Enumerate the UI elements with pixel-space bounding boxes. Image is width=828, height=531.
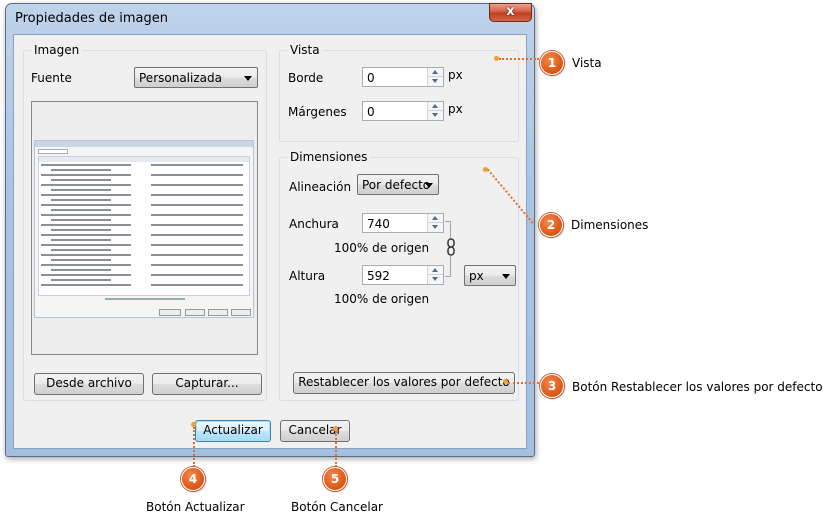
height-spinner[interactable]: 592 bbox=[362, 265, 444, 285]
image-preview bbox=[31, 101, 258, 355]
callout-4-badge: 4 bbox=[181, 467, 205, 491]
chain-link-icon[interactable] bbox=[446, 238, 456, 256]
border-unit: px bbox=[448, 68, 463, 82]
margins-spinner[interactable]: 0 bbox=[362, 101, 444, 121]
chevron-down-icon bbox=[244, 76, 252, 81]
margins-up-icon[interactable] bbox=[428, 102, 443, 111]
height-value: 592 bbox=[367, 269, 390, 283]
chevron-down-icon bbox=[502, 274, 510, 279]
alignment-label: Alineación bbox=[289, 180, 352, 194]
callout-4-line bbox=[193, 427, 195, 467]
border-label: Borde bbox=[288, 71, 324, 85]
callout-4-text: Botón Actualizar bbox=[146, 500, 245, 514]
margins-value: 0 bbox=[367, 105, 375, 119]
height-up-icon[interactable] bbox=[428, 266, 443, 275]
height-label: Altura bbox=[289, 269, 326, 283]
margins-label: Márgenes bbox=[288, 105, 347, 119]
callout-3-line bbox=[508, 382, 539, 384]
window-title: Propiedades de imagen bbox=[15, 11, 168, 26]
source-label: Fuente bbox=[31, 71, 72, 85]
border-value: 0 bbox=[367, 71, 375, 85]
width-spinner[interactable]: 740 bbox=[362, 213, 444, 233]
callout-3-text: Botón Restablecer los valores por defect… bbox=[572, 380, 823, 394]
vista-group: Vista bbox=[279, 43, 519, 142]
border-spinner[interactable]: 0 bbox=[362, 67, 444, 87]
callout-1-badge: 1 bbox=[540, 51, 564, 75]
callout-2-badge: 2 bbox=[539, 213, 563, 237]
callout-1-line bbox=[499, 58, 539, 60]
unit-select-value: px bbox=[469, 269, 484, 283]
cancel-button[interactable]: Cancelar bbox=[280, 420, 350, 442]
width-value: 740 bbox=[367, 217, 390, 231]
width-note: 100% de origen bbox=[334, 241, 430, 255]
reset-defaults-button[interactable]: Restablecer los valores por defecto bbox=[293, 372, 515, 394]
border-up-icon[interactable] bbox=[428, 68, 443, 77]
chevron-down-icon bbox=[425, 183, 433, 188]
capture-button[interactable]: Capturar... bbox=[152, 373, 262, 395]
callout-2-text: Dimensiones bbox=[571, 218, 649, 232]
source-select[interactable]: Personalizada bbox=[134, 67, 258, 88]
source-select-value: Personalizada bbox=[139, 71, 222, 85]
unit-select[interactable]: px bbox=[464, 265, 516, 286]
callout-5-badge: 5 bbox=[323, 467, 347, 491]
vista-legend: Vista bbox=[287, 43, 323, 57]
callout-5-line bbox=[335, 431, 337, 467]
width-label: Anchura bbox=[289, 217, 339, 231]
alignment-select-value: Por defecto bbox=[362, 178, 431, 192]
margins-unit: px bbox=[448, 102, 463, 116]
callout-5-text: Botón Cancelar bbox=[291, 500, 383, 514]
from-file-button[interactable]: Desde archivo bbox=[34, 373, 144, 395]
border-down-icon[interactable] bbox=[428, 77, 443, 86]
alignment-select[interactable]: Por defecto bbox=[357, 174, 439, 195]
preview-thumbnail-image bbox=[34, 140, 254, 318]
height-down-icon[interactable] bbox=[428, 275, 443, 284]
margins-down-icon[interactable] bbox=[428, 111, 443, 120]
imagen-legend: Imagen bbox=[31, 43, 83, 57]
update-button[interactable]: Actualizar bbox=[195, 420, 271, 442]
callout-3-badge: 3 bbox=[540, 374, 564, 398]
height-note: 100% de origen bbox=[334, 292, 430, 306]
width-up-icon[interactable] bbox=[428, 214, 443, 223]
close-button[interactable]: x bbox=[489, 3, 532, 22]
width-down-icon[interactable] bbox=[428, 223, 443, 232]
dimensiones-legend: Dimensiones bbox=[287, 150, 371, 164]
callout-1-text: Vista bbox=[572, 56, 602, 70]
